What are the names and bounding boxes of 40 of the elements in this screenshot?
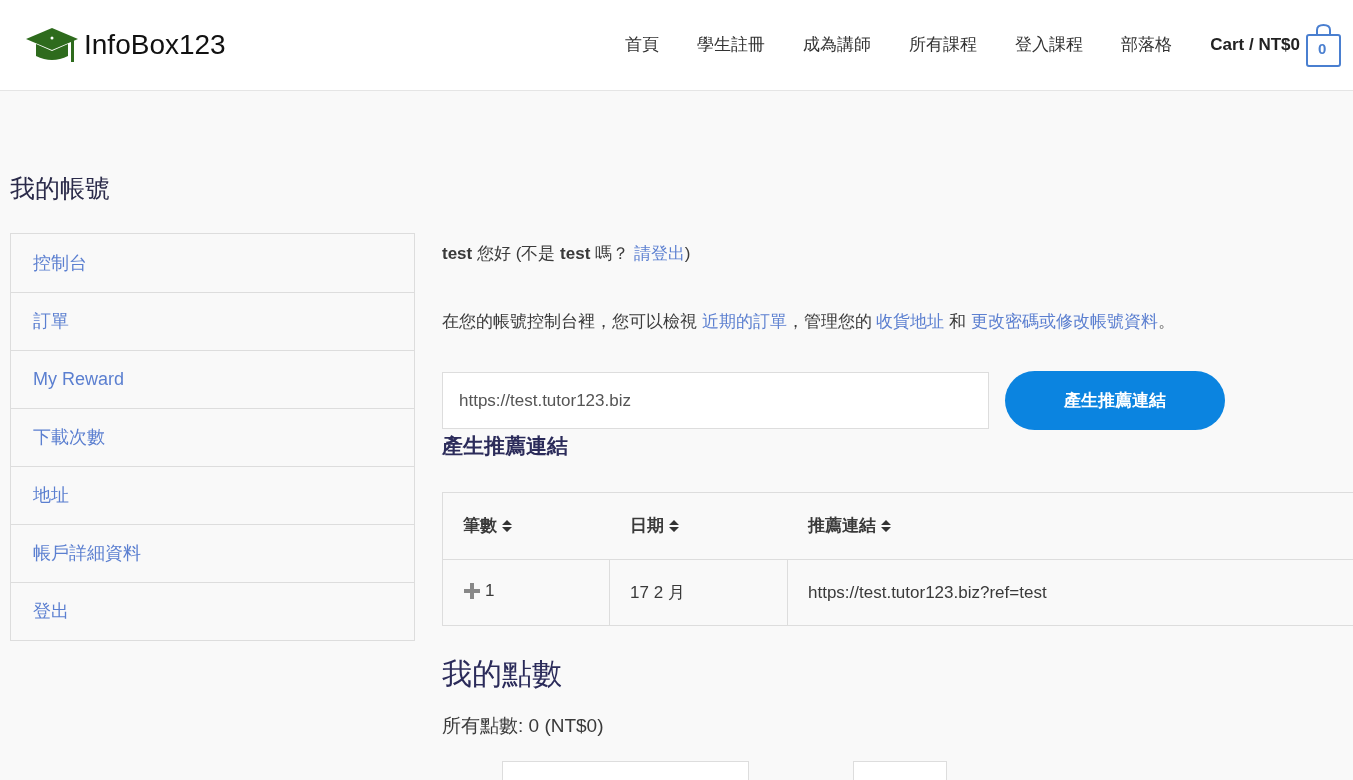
- account-menu-item[interactable]: 控制台: [11, 234, 414, 292]
- table-cell: https://test.tutor123.biz?ref=test: [808, 582, 1047, 602]
- text-link[interactable]: 更改密碼或修改帳號資料: [970, 312, 1158, 331]
- nav-link[interactable]: 成為講師: [803, 32, 872, 58]
- shopping-bag-icon[interactable]: [1306, 23, 1341, 67]
- column-header: 筆數: [463, 515, 497, 538]
- generate-referral-button[interactable]: 產生推薦連結: [1005, 371, 1225, 430]
- points-heading: 我的點數: [442, 656, 563, 692]
- table-cell: 17 2 月: [630, 582, 685, 602]
- plus-icon[interactable]: [463, 581, 481, 600]
- text-link[interactable]: 近期的訂單: [701, 312, 787, 331]
- table-cell-text: 1: [485, 579, 495, 602]
- points-total-text: 所有點數: 0 (NT$0): [442, 714, 605, 738]
- text-link[interactable]: 收貨地址: [876, 312, 945, 331]
- sort-icon[interactable]: [879, 519, 892, 533]
- nav-link[interactable]: 登入課程: [1015, 32, 1084, 58]
- graduation-cap-icon: [24, 26, 80, 64]
- account-menu-item[interactable]: 下載次數: [11, 408, 414, 466]
- column-header: 推薦連結: [807, 515, 876, 538]
- account-menu-item[interactable]: 地址: [11, 466, 414, 524]
- account-intro-text: 在您的帳號控制台裡，您可以檢視 近期的訂單，管理您的 收貨地址 和 更改密碼或修改帳號資料。: [442, 311, 1176, 333]
- cart-link[interactable]: Cart / NT$0: [1210, 32, 1300, 58]
- greeting-text: test 您好 (不是 test 嗎？ 請登出): [442, 243, 692, 265]
- page-title: 我的帳號: [10, 173, 111, 204]
- site-logo-text[interactable]: InfoBox123: [84, 24, 226, 66]
- nav-link[interactable]: 所有課程: [909, 32, 978, 58]
- account-menu-item[interactable]: 訂單: [11, 292, 414, 350]
- account-menu-item[interactable]: 帳戶詳細資料: [11, 524, 414, 582]
- sort-icon[interactable]: [667, 519, 680, 533]
- sort-icon[interactable]: [501, 519, 513, 533]
- nav-link[interactable]: 學生註冊: [697, 32, 766, 58]
- account-menu-item[interactable]: 登出: [11, 582, 414, 640]
- nav-link[interactable]: 首頁: [625, 32, 660, 58]
- referral-heading: 產生推薦連結: [442, 433, 569, 459]
- cart-count: 0: [1318, 39, 1327, 58]
- column-header: 日期: [629, 515, 664, 538]
- account-menu-item[interactable]: My Reward: [11, 350, 414, 408]
- referral-url-field[interactable]: https://test.tutor123.biz: [442, 372, 989, 429]
- nav-link[interactable]: 部落格: [1121, 32, 1173, 58]
- text-link[interactable]: 請登出: [633, 244, 685, 263]
